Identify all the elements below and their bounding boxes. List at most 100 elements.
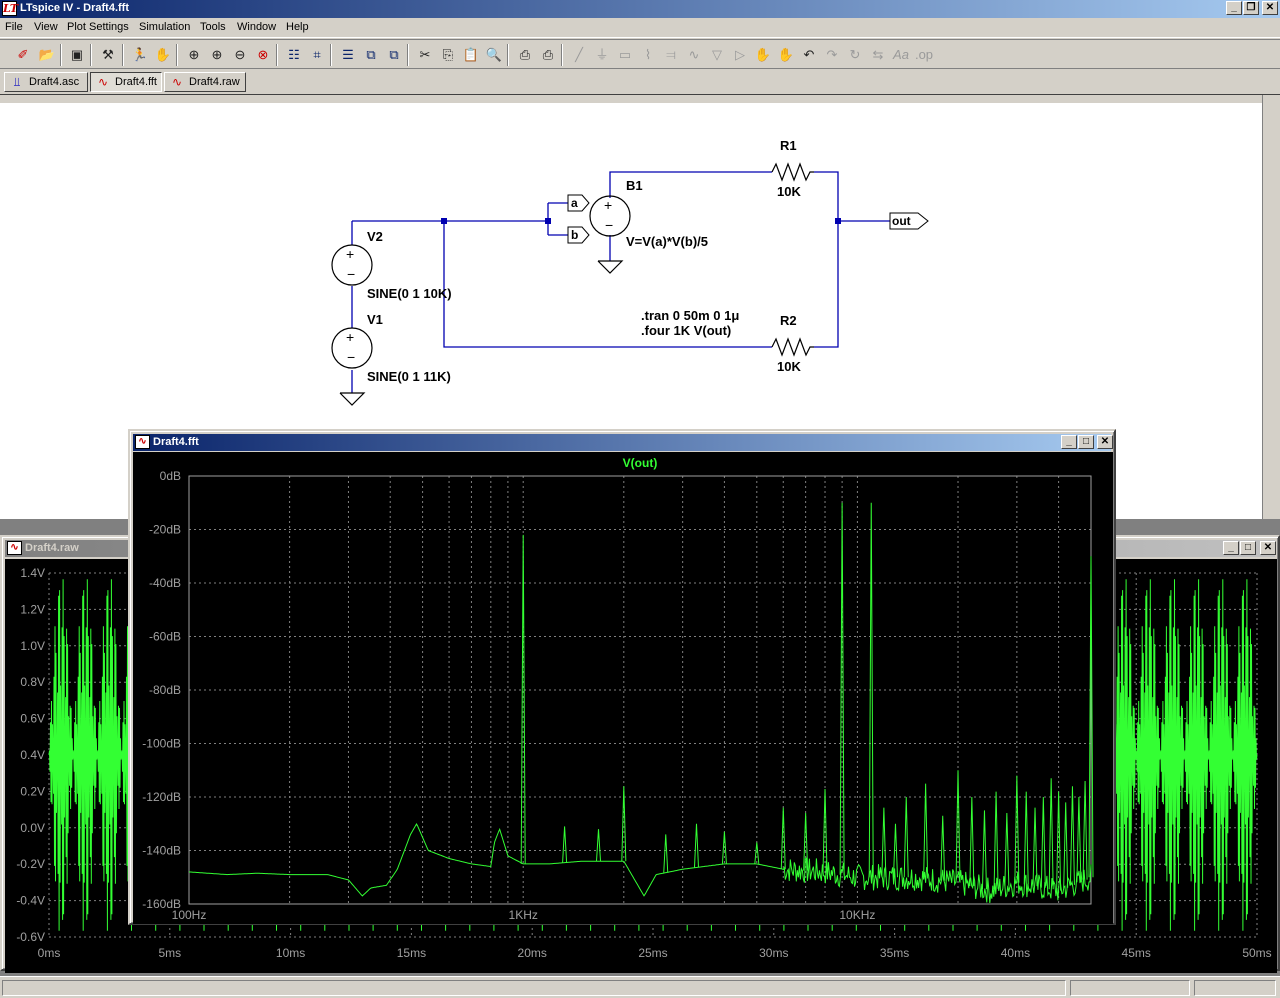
label-text: b: [571, 228, 578, 242]
move-icon[interactable]: ✋: [752, 44, 774, 66]
new-schematic-icon[interactable]: ✐: [12, 44, 34, 66]
fft-window-caption[interactable]: ∿ Draft4.fft _ □ ✕: [133, 434, 1113, 451]
autorange-icon[interactable]: ☷: [283, 44, 305, 66]
menu-tools[interactable]: Tools: [200, 21, 226, 33]
voltage-source-v1[interactable]: + − V1 SINE(0 1 11K): [331, 312, 451, 384]
run-icon[interactable]: 🏃: [129, 44, 151, 66]
close-button[interactable]: ✕: [1260, 541, 1276, 555]
waveform-icon: ∿: [97, 75, 109, 89]
cascade-icon[interactable]: ⧉: [360, 44, 382, 66]
y-tick-label: -0.2V: [16, 857, 45, 871]
grid-icon[interactable]: ⌗: [306, 44, 328, 66]
label-net-icon[interactable]: ▭: [614, 44, 636, 66]
wire-icon[interactable]: ╱: [568, 44, 590, 66]
zoom-full-icon[interactable]: ⊗: [252, 44, 274, 66]
waveform-icon: ∿: [135, 435, 150, 449]
y-tick-label: -0.6V: [16, 930, 45, 944]
tab-draft4-fft[interactable]: ∿ Draft4.fft: [90, 72, 162, 92]
spectrum-peak: [1023, 791, 1029, 885]
resistor-r2[interactable]: R2 10K: [771, 313, 814, 374]
fft-chart[interactable]: 0dB -20dB -40dB -60dB -80dB -100dB -120dB -140d…: [133, 452, 1113, 924]
menu-view[interactable]: View: [34, 21, 58, 33]
pan-icon[interactable]: ⊕: [206, 44, 228, 66]
mirror-icon[interactable]: ⇆: [867, 44, 889, 66]
behavioral-source-b1[interactable]: + − B1 V=V(a)*V(b)/5: [589, 178, 708, 249]
x-tick-label: 50ms: [1242, 946, 1271, 960]
spectrum-peak: [923, 783, 929, 879]
menu-window[interactable]: Window: [237, 21, 276, 33]
x-tick-label: 100Hz: [172, 908, 207, 922]
inductor-icon[interactable]: ∿: [683, 44, 705, 66]
copy-icon[interactable]: ⎘: [437, 44, 459, 66]
minimize-button[interactable]: _: [1223, 541, 1239, 555]
minus-sign: −: [605, 217, 613, 233]
schematic-icon: ⫫: [13, 75, 21, 89]
schematic-scrollbar[interactable]: [1262, 95, 1280, 519]
tab-draft4-raw[interactable]: ∿ Draft4.raw: [164, 72, 246, 92]
tab-label: Draft4.raw: [189, 76, 240, 88]
rotate-icon[interactable]: ↻: [844, 44, 866, 66]
tile-horizontal-icon[interactable]: ☰: [337, 44, 359, 66]
text-icon[interactable]: Aa: [890, 44, 912, 66]
spice-directive-icon[interactable]: .op: [913, 44, 935, 66]
menu-file[interactable]: File: [5, 21, 23, 33]
maximize-button[interactable]: □: [1240, 541, 1256, 555]
resistor-r1[interactable]: R1 10K: [771, 138, 814, 199]
resistor-icon[interactable]: ⌇: [637, 44, 659, 66]
zoom-out-icon[interactable]: ⊖: [229, 44, 251, 66]
minimize-button[interactable]: _: [1061, 435, 1077, 449]
close-button[interactable]: ✕: [1097, 435, 1113, 449]
plus-sign: +: [604, 197, 612, 213]
control-panel-icon[interactable]: ⚒: [97, 44, 119, 66]
r1-value: 10K: [777, 184, 801, 199]
spectrum-peak: [520, 534, 526, 864]
y-tick-label: -140dB: [142, 844, 181, 858]
window-title: LTspice IV - Draft4.fft: [20, 2, 129, 14]
menu-plot-settings[interactable]: Plot Settings: [67, 21, 129, 33]
tab-draft4-asc[interactable]: ⫫ Draft4.asc: [4, 72, 88, 92]
drag-icon[interactable]: ✋: [775, 44, 797, 66]
net-label-b[interactable]: b: [567, 226, 590, 244]
minimize-button[interactable]: _: [1226, 1, 1242, 15]
tab-label: Draft4.fft: [115, 76, 157, 88]
paste-icon[interactable]: 📋: [460, 44, 482, 66]
cut-icon[interactable]: ✂: [414, 44, 436, 66]
toolbar-separator: [561, 44, 563, 66]
fft-plot-window[interactable]: ∿ Draft4.fft _ □ ✕ 0dB -20dB -40dB -60dB -80…: [128, 429, 1116, 925]
print-icon[interactable]: ⎙: [537, 44, 559, 66]
label-text: a: [571, 196, 578, 210]
net-label-out[interactable]: out: [889, 212, 929, 230]
spectrum-peak: [1069, 786, 1075, 885]
zoom-in-icon[interactable]: ⊕: [183, 44, 205, 66]
maximize-button[interactable]: □: [1078, 435, 1094, 449]
save-icon[interactable]: ▣: [66, 44, 88, 66]
halt-icon[interactable]: ✋: [152, 44, 174, 66]
spectrum-peak: [1040, 796, 1046, 888]
waveform-icon: ∿: [7, 541, 22, 555]
menu-simulation[interactable]: Simulation: [139, 21, 190, 33]
ground-icon[interactable]: ⏚: [591, 44, 613, 66]
close-button[interactable]: ✕: [1262, 1, 1278, 15]
ltspice-app-icon[interactable]: LT: [2, 1, 18, 16]
print-preview-icon[interactable]: ⎙: [514, 44, 536, 66]
find-icon[interactable]: 🔍: [483, 44, 505, 66]
restore-button[interactable]: ❐: [1243, 1, 1259, 15]
x-tick-label: 1KHz: [509, 908, 538, 922]
spectrum-peak: [1004, 813, 1010, 886]
capacitor-icon[interactable]: ⫤: [660, 44, 682, 66]
undo-icon[interactable]: ↶: [798, 44, 820, 66]
tran-directive[interactable]: .tran 0 50m 0 1μ: [641, 308, 739, 323]
open-folder-icon[interactable]: 📂: [36, 44, 58, 66]
title-bar: LT LTspice IV - Draft4.fft _ ❐ ✕: [0, 0, 1280, 18]
redo-icon[interactable]: ↷: [821, 44, 843, 66]
menu-help[interactable]: Help: [286, 21, 309, 33]
component-icon[interactable]: ▷: [729, 44, 751, 66]
net-label-a[interactable]: a: [567, 194, 590, 212]
tile-vertical-icon[interactable]: ⧉: [383, 44, 405, 66]
voltage-source-v2[interactable]: + − V2 SINE(0 1 10K): [331, 229, 452, 301]
four-directive[interactable]: .four 1K V(out): [641, 323, 731, 338]
diode-icon[interactable]: ▽: [706, 44, 728, 66]
x-tick-label: 25ms: [638, 946, 667, 960]
y-tick-label: -20dB: [149, 523, 181, 537]
resistor-symbol: [771, 337, 814, 357]
